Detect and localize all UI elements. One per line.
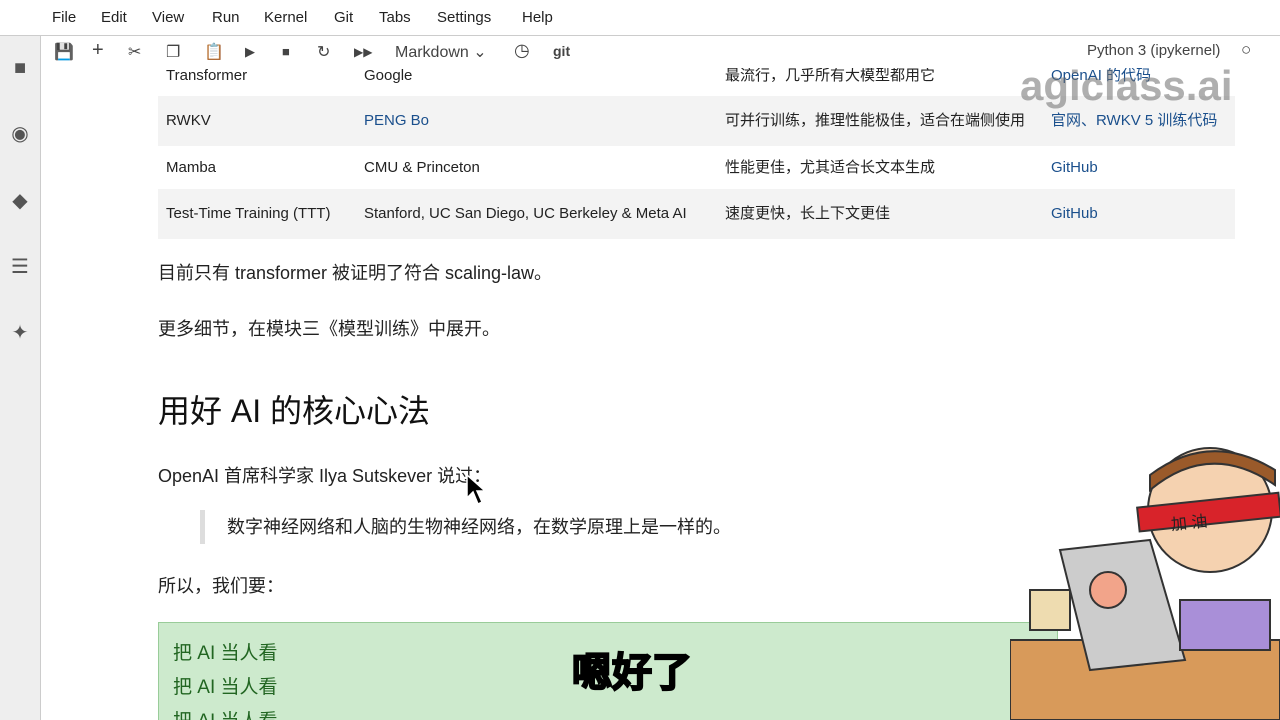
menu-view[interactable]: View [152, 9, 184, 26]
cell: Stanford, UC San Diego, UC Berkeley & Me… [364, 205, 687, 222]
cell: 性能更佳，尤其适合长文本生成 [725, 158, 936, 176]
extension-puzzle-icon[interactable]: ✦ [9, 322, 31, 344]
menu-bar: File Edit View Run Kernel Git Tabs Setti… [0, 0, 1280, 36]
kernel-name[interactable]: Python 3 (ipykernel) [1087, 42, 1220, 59]
menu-help[interactable]: Help [522, 9, 553, 26]
run-icon[interactable]: ▶ [245, 44, 255, 60]
video-subtitle: 嗯好了 [571, 650, 693, 696]
paragraph: 所以，我们要： [158, 576, 284, 596]
cell: Test-Time Training (TTT) [166, 205, 331, 222]
table-row: Mamba CMU & Princeton 性能更佳，尤其适合长文本生成 GitHub [158, 146, 1235, 189]
paragraph: 更多细节，在模块三《模型训练》中展开。 [158, 319, 500, 339]
menu-settings[interactable]: Settings [437, 9, 491, 26]
cell: CMU & Princeton [364, 158, 480, 176]
stop-icon[interactable]: ■ [282, 44, 290, 59]
menu-edit[interactable]: Edit [101, 9, 127, 26]
table-row: Test-Time Training (TTT) Stanford, UC San… [158, 189, 1235, 239]
restart-icon[interactable]: ↻ [317, 42, 330, 62]
kernel-status-icon: ○ [1241, 40, 1252, 59]
blockquote: 数字神经网络和人脑的生物神经网络，在数学原理上是一样的。 [200, 510, 731, 544]
copy-icon[interactable]: ❐ [166, 42, 180, 62]
left-sidebar: ■ ◉ ◆ ☰ ✦ [0, 36, 41, 720]
save-icon[interactable]: 💾 [54, 42, 74, 62]
cartoon-character-illustration: 加 油 [1010, 447, 1280, 720]
folder-icon[interactable]: ■ [9, 57, 31, 79]
paragraph: OpenAI 首席科学家 Ilya Sutskever 说过： [158, 466, 492, 486]
highlight-line: 把 AI 当人看 [173, 705, 1043, 720]
cell-type-select[interactable]: Markdown ⌄ [395, 42, 487, 62]
cell: 可并行训练，推理性能极佳，适合在端侧使用 [725, 112, 1026, 129]
chevron-down-icon: ⌄ [473, 44, 487, 61]
menu-git[interactable]: Git [334, 9, 353, 26]
mouse-cursor-icon [466, 474, 486, 506]
menu-run[interactable]: Run [212, 9, 240, 26]
running-stop-icon[interactable]: ◉ [9, 123, 31, 145]
table-link[interactable]: PENG Bo [364, 112, 429, 129]
table-link[interactable]: 官网、RWKV 5 训练代码 [1051, 112, 1217, 129]
cell-type-label: Markdown [395, 44, 469, 61]
paragraph: 目前只有 transformer 被证明了符合 scaling-law。 [158, 263, 553, 283]
cell: Mamba [166, 158, 217, 176]
cell: RWKV [166, 112, 211, 129]
fast-forward-icon[interactable]: ▶▶ [354, 45, 372, 59]
menu-file[interactable]: File [52, 9, 76, 26]
menu-kernel[interactable]: Kernel [264, 9, 307, 26]
watermark: agiclass.ai [1020, 62, 1233, 109]
add-cell-icon[interactable]: + [92, 39, 104, 62]
cut-icon[interactable]: ✂ [128, 42, 141, 62]
paste-icon[interactable]: 📋 [204, 42, 224, 62]
toc-list-icon[interactable]: ☰ [9, 256, 31, 278]
table-link[interactable]: GitHub [1051, 159, 1098, 176]
table-link[interactable]: GitHub [1051, 205, 1098, 222]
git-button[interactable]: git [553, 43, 570, 59]
clock-icon[interactable]: ◷ [514, 40, 530, 61]
git-icon[interactable]: ◆ [9, 190, 31, 212]
section-heading: 用好 AI 的核心心法 [158, 393, 431, 429]
menu-tabs[interactable]: Tabs [379, 9, 411, 26]
headband-text: 加 油 [1170, 512, 1208, 534]
cell: 速度更快，长上下文更佳 [725, 205, 891, 222]
